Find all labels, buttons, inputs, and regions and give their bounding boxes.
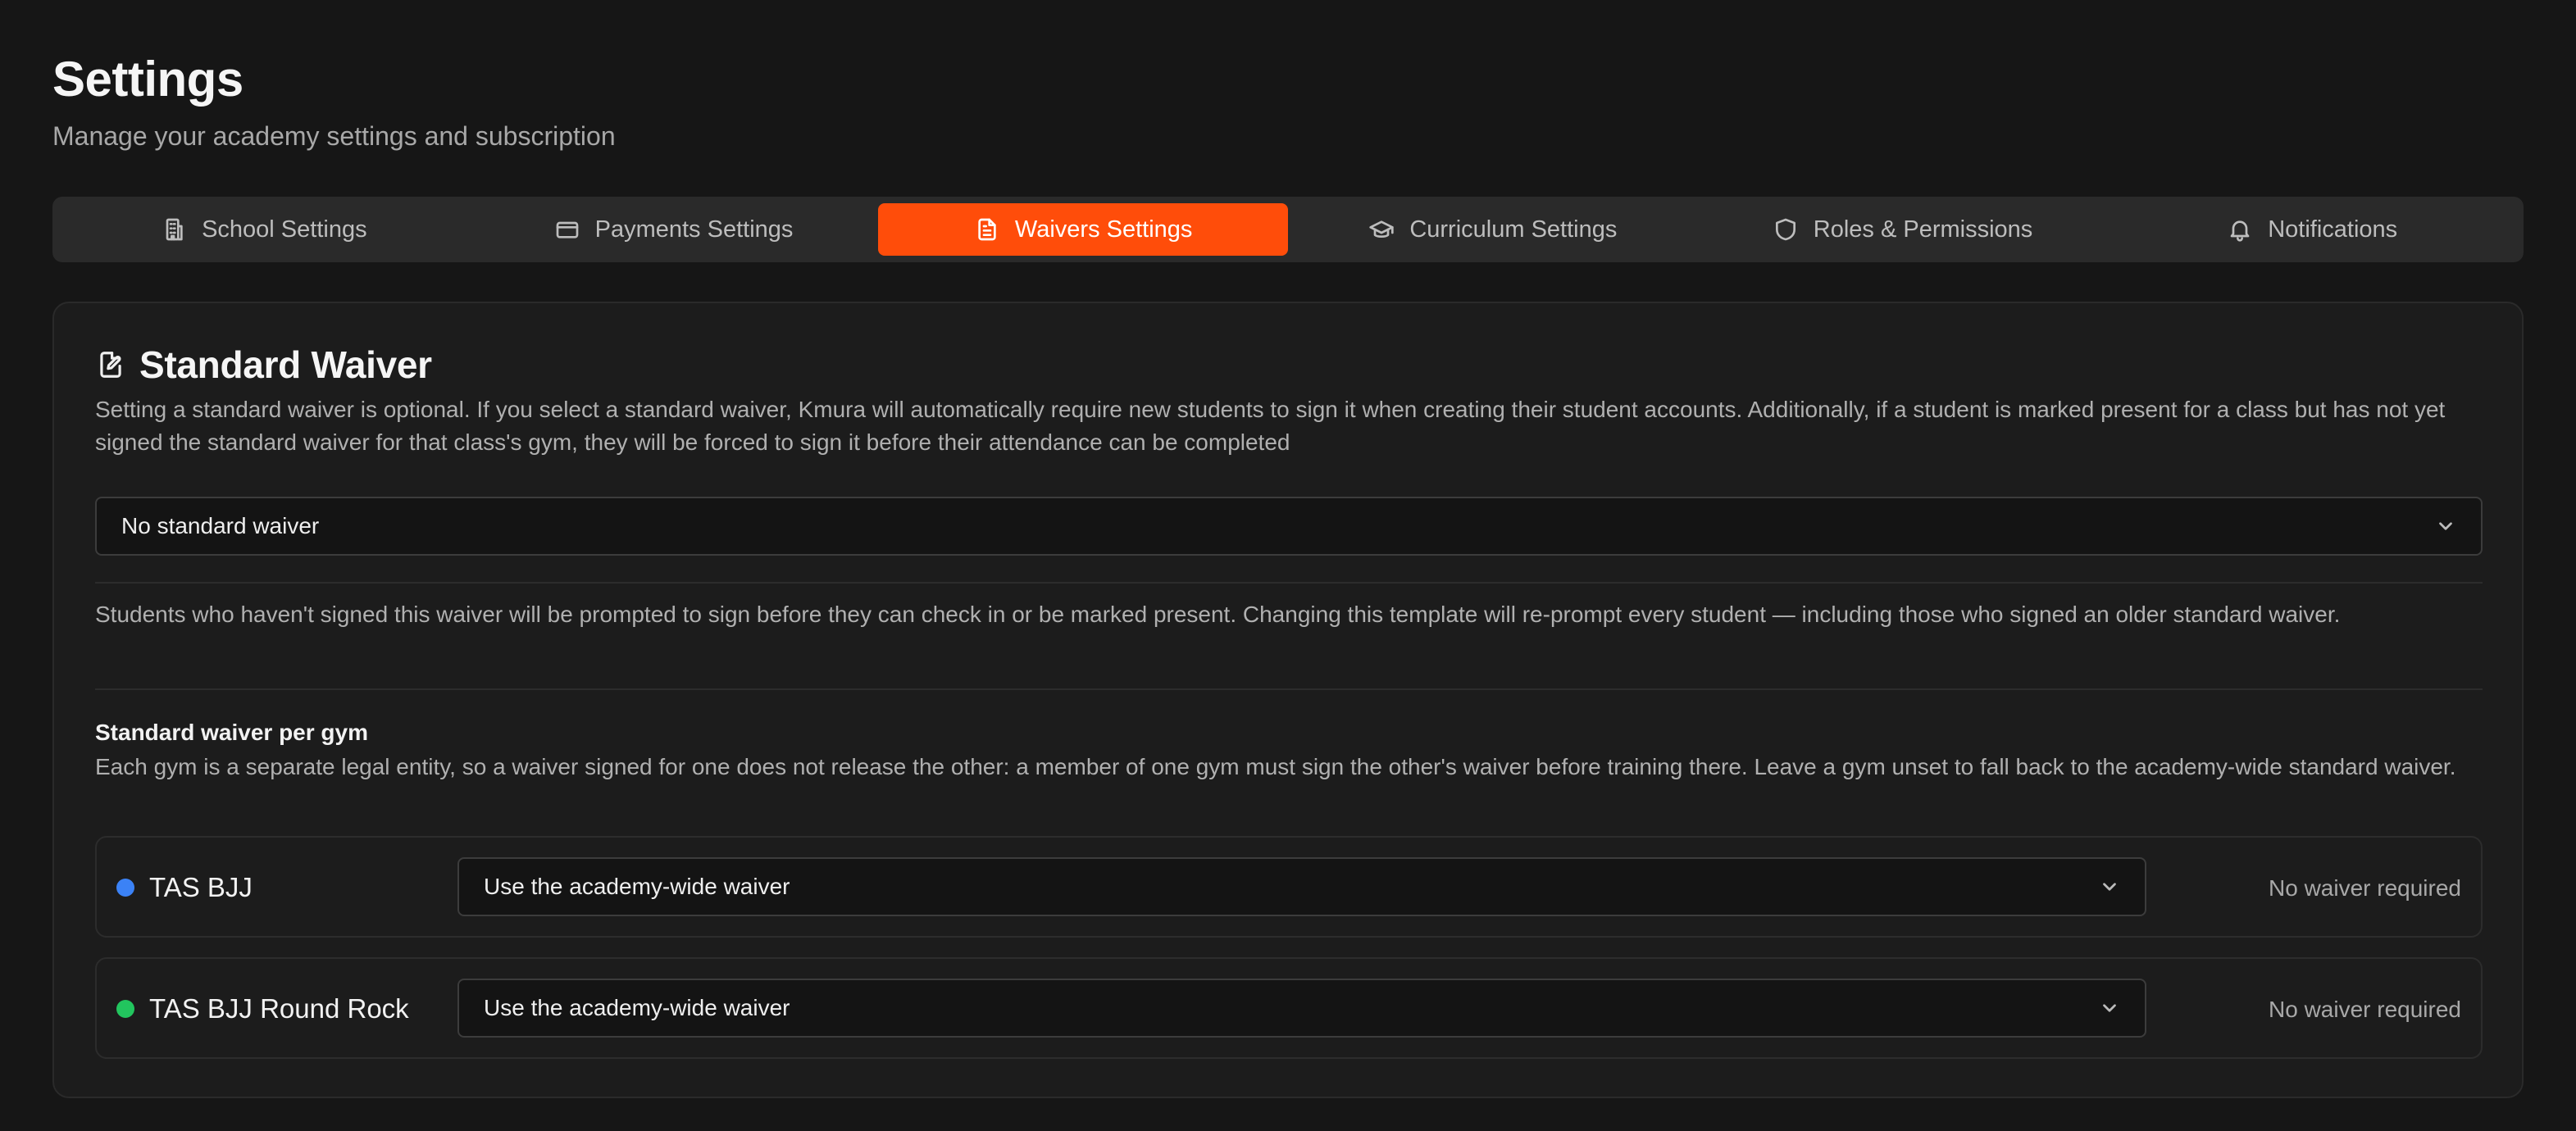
graduation-cap-icon (1369, 220, 1394, 238)
gym-name: TAS BJJ Round Rock (149, 993, 409, 1024)
standard-waiver-card: Standard Waiver Setting a standard waive… (52, 302, 2524, 1098)
credit-card-icon (556, 221, 578, 238)
tab-payments-settings[interactable]: Payments Settings (469, 203, 879, 256)
gym-row: TAS BJJ Use the academy-wide waiver No w… (95, 836, 2483, 938)
tab-roles-permissions[interactable]: Roles & Permissions (1698, 203, 2108, 256)
page-subtitle: Manage your academy settings and subscri… (52, 121, 616, 151)
gym-waiver-select[interactable]: Use the academy-wide waiver (457, 857, 2146, 916)
gym-row: TAS BJJ Round Rock Use the academy-wide … (95, 957, 2483, 1059)
settings-tabs: School Settings Payments Settings Waiver… (52, 197, 2524, 262)
building-icon (166, 218, 183, 241)
tab-label: Waivers Settings (1014, 216, 1193, 243)
tab-school-settings[interactable]: School Settings (59, 203, 469, 256)
tab-label: Roles & Permissions (1813, 216, 2033, 243)
shield-icon (1775, 218, 1795, 241)
edit-document-icon (100, 352, 121, 378)
standard-waiver-select[interactable]: No standard waiver (95, 497, 2483, 556)
chevron-down-icon (2439, 522, 2452, 530)
tab-label: Notifications (2268, 216, 2398, 243)
tab-label: Payments Settings (594, 216, 794, 243)
gym-waiver-select[interactable]: Use the academy-wide waiver (457, 979, 2146, 1038)
card-header: Standard Waiver (95, 343, 432, 387)
per-gym-title: Standard waiver per gym (95, 720, 369, 745)
tab-label: Curriculum Settings (1409, 216, 1618, 243)
gym-color-dot (116, 879, 134, 897)
document-icon (978, 218, 996, 241)
tab-label: School Settings (202, 216, 367, 243)
divider (95, 688, 2483, 690)
tab-waivers-settings[interactable]: Waivers Settings (878, 203, 1289, 256)
gym-waiver-status: No waiver required (2269, 997, 2461, 1022)
chevron-down-icon (2103, 883, 2116, 891)
select-value: No standard waiver (121, 513, 320, 538)
gym-name: TAS BJJ (149, 872, 253, 902)
per-gym-description: Each gym is a separate legal entity, so … (95, 754, 2456, 779)
page-title: Settings (52, 52, 243, 107)
select-value: Use the academy-wide waiver (484, 874, 790, 899)
card-title: Standard Waiver (139, 343, 432, 386)
tab-notifications[interactable]: Notifications (2107, 203, 2517, 256)
gym-waiver-status: No waiver required (2269, 875, 2461, 901)
bell-icon (2230, 220, 2250, 242)
tab-curriculum-settings[interactable]: Curriculum Settings (1288, 203, 1698, 256)
gym-color-dot (116, 1000, 134, 1018)
select-value: Use the academy-wide waiver (484, 995, 790, 1020)
chevron-down-icon (2103, 1004, 2116, 1012)
divider (95, 582, 2483, 584)
card-description: Setting a standard waiver is optional. I… (95, 397, 2446, 455)
waiver-note: Students who haven't signed this waiver … (95, 602, 2341, 627)
